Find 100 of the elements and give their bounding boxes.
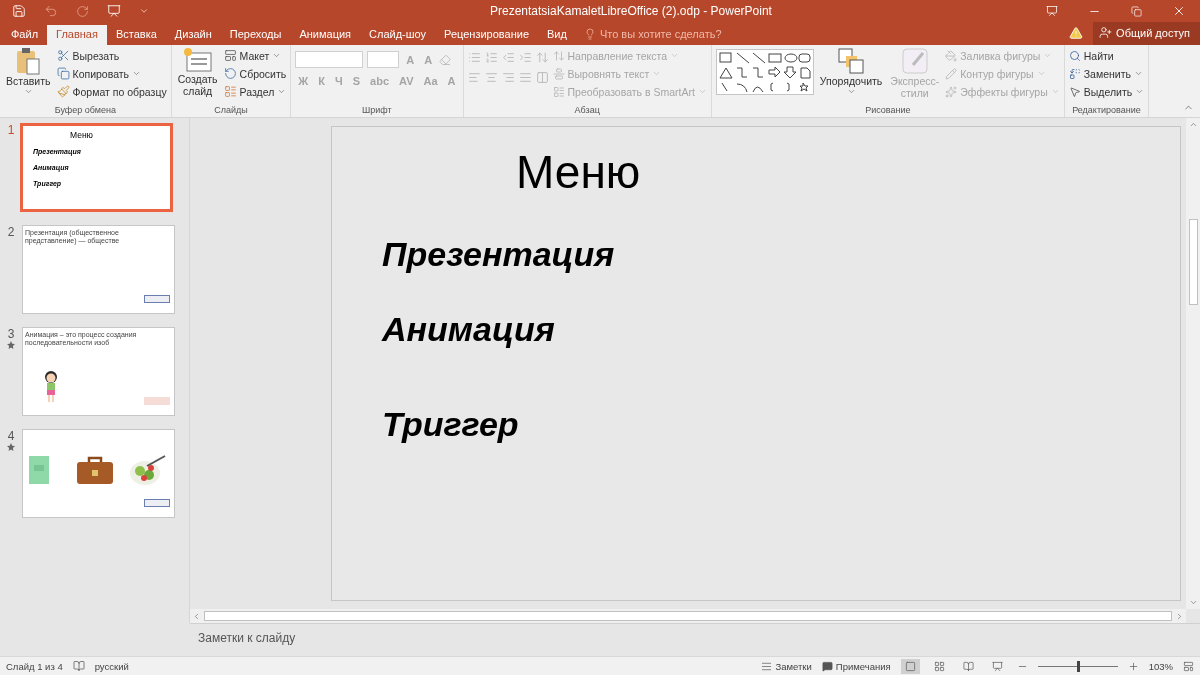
caret-icon	[697, 87, 707, 96]
paint-bucket-icon	[945, 49, 958, 62]
zoom-level: 103%	[1148, 660, 1173, 672]
group-label: Рисование	[864, 104, 912, 117]
language-label: русский	[94, 660, 129, 672]
grid-icon	[933, 660, 945, 672]
clear-formatting-icon	[439, 53, 452, 66]
copy-button[interactable]: Копировать	[56, 65, 142, 82]
scroll-left-icon[interactable]	[192, 611, 201, 621]
slide-text: Анимация	[382, 310, 555, 349]
reset-icon	[223, 67, 237, 80]
section-icon	[223, 85, 237, 98]
ribbon-tab[interactable]: Файл	[2, 25, 48, 45]
group-label: Буфер обмена	[53, 104, 117, 117]
search-icon	[1068, 49, 1081, 62]
slide-thumbnail[interactable]	[22, 429, 175, 518]
spelling-icon[interactable]	[72, 660, 85, 672]
slide-text: Презентация	[382, 235, 615, 274]
paintbrush-icon	[56, 85, 70, 98]
book-icon	[962, 660, 974, 672]
editing-command[interactable]: Найти	[1068, 47, 1114, 64]
group-label: Слайды	[213, 104, 249, 117]
slide-number: 2	[7, 225, 15, 239]
ribbon-tab[interactable]: Вид	[538, 25, 576, 45]
paste-button[interactable]: Вставить	[4, 47, 53, 104]
caret-icon	[846, 87, 856, 96]
undo-icon[interactable]	[44, 4, 58, 18]
comments-button[interactable]: Примечания	[821, 660, 891, 672]
salad-icon	[129, 454, 167, 486]
save-icon[interactable]	[12, 4, 26, 18]
editing-command[interactable]: Выделить	[1068, 83, 1145, 100]
reset-button[interactable]: Сбросить	[223, 65, 287, 82]
slide-number: 1	[7, 123, 15, 137]
replace-icon	[1068, 67, 1081, 80]
slide-number: 3	[7, 327, 15, 341]
layout-icon	[223, 49, 237, 62]
format-painter-button[interactable]: Формат по образцу	[56, 83, 167, 100]
ribbon-tab[interactable]: Рецензирование	[435, 25, 539, 45]
thumbnail-title: Меню	[70, 130, 93, 140]
pencil-icon	[945, 67, 958, 80]
group-label: Абзац	[573, 104, 601, 117]
fit-slide-icon[interactable]	[1183, 660, 1194, 672]
book-icon	[29, 456, 49, 484]
notes-field[interactable]: Заметки к слайду	[198, 631, 296, 645]
copy-icon	[56, 67, 70, 80]
scroll-down-icon[interactable]	[1188, 598, 1198, 607]
caret-icon	[277, 87, 287, 96]
notes-icon	[761, 660, 773, 672]
editing-command[interactable]: Заменить	[1068, 65, 1143, 82]
group-label: Редактирование	[1071, 104, 1142, 117]
align-text-icon	[552, 67, 565, 80]
window-title: PrezentatsiaKamaletLibreOffice (2).odp - PowerPoint	[490, 4, 773, 18]
section-button[interactable]: Раздел	[223, 83, 287, 100]
ribbon-tab[interactable]: Анимация	[290, 25, 361, 45]
arrange-icon	[837, 47, 866, 75]
slide-text: Триггер	[382, 405, 519, 444]
caret-icon	[23, 87, 33, 96]
scrollbar-thumb[interactable]	[1188, 219, 1198, 305]
normal-view-icon	[904, 660, 916, 672]
restore-icon[interactable]	[1131, 5, 1142, 17]
text-direction-icon	[552, 49, 565, 62]
person-plus-icon	[1099, 26, 1113, 39]
lightbulb-icon	[583, 28, 596, 40]
scroll-up-icon[interactable]	[1188, 120, 1198, 129]
group-label: Шрифт	[361, 104, 393, 117]
pointer-icon	[1068, 85, 1081, 98]
caret-icon	[272, 51, 282, 60]
sparkles-icon	[945, 85, 958, 98]
ribbon-tab[interactable]: Дизайн	[165, 25, 221, 45]
ribbon-display-icon[interactable]	[1046, 5, 1058, 17]
thumbnail-button	[144, 499, 170, 507]
close-icon[interactable]	[1172, 4, 1186, 18]
zoom-in-icon[interactable]	[1127, 660, 1139, 672]
scroll-right-icon[interactable]	[1175, 611, 1184, 621]
clipboard-icon	[15, 47, 42, 75]
customize-icon[interactable]	[139, 6, 149, 16]
new-slide-button[interactable]: Создать слайд	[175, 47, 220, 104]
zoom-thumb[interactable]	[1076, 660, 1080, 672]
slideshow-icon[interactable]	[107, 4, 121, 18]
normal-view-button[interactable]	[900, 658, 920, 674]
ribbon-tab[interactable]: Переходы	[220, 25, 291, 45]
figure-drawing	[42, 370, 60, 404]
scrollbar-thumb[interactable]	[204, 611, 1172, 621]
ribbon-tab[interactable]: Главная	[47, 25, 107, 45]
redo-icon[interactable]	[76, 4, 89, 18]
slide-icon	[182, 47, 213, 73]
warning-icon[interactable]	[1069, 26, 1084, 40]
share-button[interactable]: Общий доступ	[1093, 22, 1200, 45]
tell-me-field[interactable]: Что вы хотите сделать?	[599, 28, 722, 40]
slide-number: 4	[7, 429, 15, 443]
caret-icon	[132, 69, 142, 78]
thumbnail-button	[144, 295, 170, 303]
comment-icon	[821, 660, 833, 672]
ribbon-tab[interactable]: Слайд-шоу	[360, 25, 436, 45]
layout-button[interactable]: Макет	[223, 47, 282, 64]
notes-button[interactable]: Заметки	[761, 660, 812, 672]
cut-button[interactable]: Вырезать	[56, 47, 120, 64]
presentation-icon	[991, 660, 1003, 672]
ribbon-tab[interactable]: Вставка	[106, 25, 166, 45]
slide-counter: Слайд 1 из 4	[6, 660, 63, 672]
